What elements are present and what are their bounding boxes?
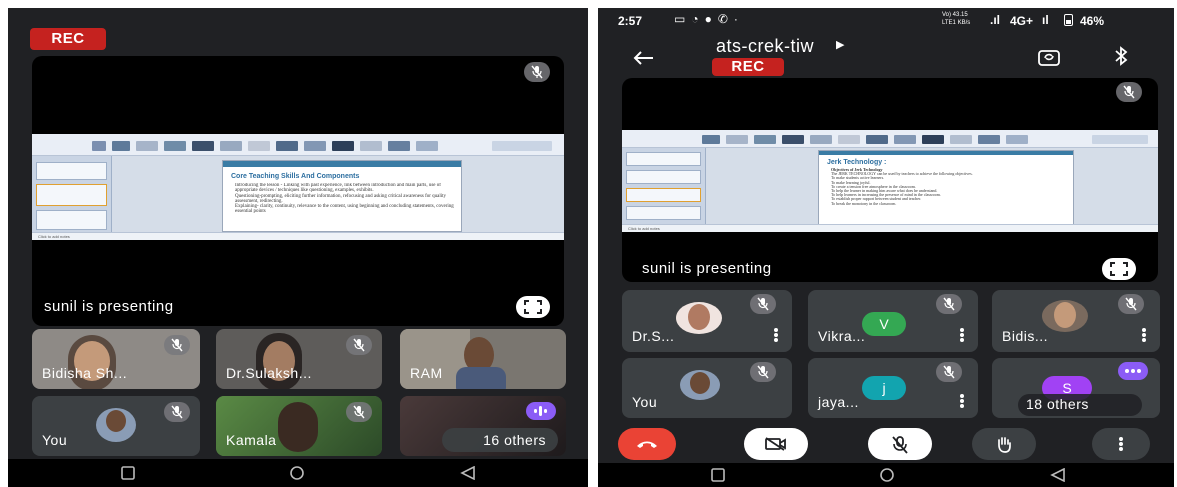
others-count: 18 others: [1026, 396, 1089, 412]
more-vert-icon[interactable]: [1142, 328, 1146, 342]
notification-icons: ▭◔●✆·: [674, 12, 744, 26]
camera-toggle-button[interactable]: [744, 428, 808, 460]
left-meet-screen: REC Core Teaching Skills And Components …: [8, 8, 588, 487]
participant-name: Bidisha Sh...: [42, 365, 128, 381]
back-arrow-icon[interactable]: [632, 50, 654, 66]
network-type: 4G+: [1010, 14, 1034, 28]
participant-name: Dr.Sulaksh...: [226, 365, 312, 381]
participant-name: jaya...: [818, 394, 859, 410]
back-icon[interactable]: [1050, 468, 1066, 482]
home-icon[interactable]: [288, 466, 306, 480]
participant-tile[interactable]: Dr.S...: [622, 290, 792, 352]
recording-badge: REC: [30, 28, 106, 50]
participant-name: Vikra...: [818, 328, 866, 344]
fullscreen-icon: [524, 300, 542, 314]
participant-name: Dr.S...: [632, 328, 675, 344]
presentation-stage[interactable]: Core Teaching Skills And Components Intr…: [32, 56, 564, 326]
mic-off-icon: [346, 402, 372, 422]
slide-bullet: Explaining- clarity, continuity, relevan…: [235, 204, 454, 215]
presenting-label: sunil is presenting: [642, 260, 772, 277]
participant-name: Bidis...: [1002, 328, 1049, 344]
more-vert-icon[interactable]: [774, 328, 778, 342]
shared-slide-screen: Jerk Technology : Objectives of Jerk Tec…: [622, 130, 1158, 232]
shared-slide-screen: Core Teaching Skills And Components Intr…: [32, 134, 564, 240]
mic-off-icon: [524, 62, 550, 82]
mic-toggle-button[interactable]: [868, 428, 932, 460]
others-tile[interactable]: 16 others: [400, 396, 566, 456]
right-meet-screen: 2:57 ▭◔●✆· Vo) 43.15 LTE1 KB/s .ıl 4G+ ı…: [598, 8, 1174, 487]
home-icon[interactable]: [878, 468, 896, 482]
android-nav-bar: [8, 459, 588, 487]
participant-tile[interactable]: V Vikra...: [808, 290, 978, 352]
recents-icon[interactable]: [120, 466, 136, 480]
more-vert-icon: [1119, 437, 1123, 451]
status-time: 2:57: [618, 14, 643, 28]
battery-icon: [1064, 14, 1073, 26]
camera-off-icon: [765, 437, 786, 451]
participant-name: You: [632, 394, 658, 410]
participant-avatar: j: [862, 376, 906, 400]
slide-notes: Click to add notes: [32, 232, 564, 240]
end-call-button[interactable]: [618, 428, 676, 460]
participant-tile-self[interactable]: You: [622, 358, 792, 418]
speaking-indicator-icon: [526, 402, 556, 420]
raise-hand-icon: [998, 437, 1011, 453]
slide-notes: Click to add notes: [622, 224, 1158, 232]
slide-page: Jerk Technology : Objectives of Jerk Tec…: [818, 150, 1074, 226]
participant-tile[interactable]: j jaya...: [808, 358, 978, 418]
caret-right-icon[interactable]: ▶: [836, 38, 844, 51]
participant-tile[interactable]: RAM: [400, 329, 566, 389]
mic-off-icon: [750, 294, 776, 314]
status-bar: 2:57 ▭◔●✆· Vo) 43.15 LTE1 KB/s .ıl 4G+ ı…: [598, 8, 1174, 34]
signal-icon: .ıl: [990, 13, 1001, 27]
slide-bullet: Questioning-prompting, eliciting further…: [235, 193, 447, 204]
bluetooth-audio-icon[interactable]: [1114, 46, 1128, 66]
android-nav-bar: [598, 463, 1174, 487]
recording-badge: REC: [712, 58, 784, 76]
participant-tile[interactable]: Dr.Sulaksh...: [216, 329, 382, 389]
network-speed: Vo) 43.15 LTE1 KB/s: [942, 12, 971, 26]
more-vert-icon[interactable]: [960, 328, 964, 342]
mic-off-icon: [936, 294, 962, 314]
meeting-code[interactable]: ats-crek-tiw: [716, 36, 814, 57]
slide-title: Core Teaching Skills And Components: [231, 173, 360, 180]
more-options-button[interactable]: [1092, 428, 1150, 460]
mic-off-icon: [892, 436, 908, 454]
mic-off-icon: [1116, 82, 1142, 102]
participant-name: Kamala: [226, 432, 277, 448]
more-vert-icon[interactable]: [960, 394, 964, 408]
mic-off-icon: [750, 362, 776, 382]
mic-off-icon: [346, 335, 372, 355]
fullscreen-icon: [1110, 262, 1128, 276]
participant-tile[interactable]: Bidis...: [992, 290, 1160, 352]
raise-hand-button[interactable]: [972, 428, 1036, 460]
participant-name: RAM: [410, 365, 443, 381]
participant-tile[interactable]: Bidisha Sh...: [32, 329, 200, 389]
back-icon[interactable]: [460, 466, 476, 480]
presentation-stage[interactable]: Jerk Technology : Objectives of Jerk Tec…: [622, 78, 1158, 282]
others-count: 16 others: [483, 432, 546, 448]
mic-off-icon: [936, 362, 962, 382]
recents-icon[interactable]: [710, 468, 726, 482]
participant-avatar: V: [862, 312, 906, 336]
signal-icon: ıl: [1042, 13, 1049, 27]
mic-off-icon: [164, 402, 190, 422]
slide-bullet: Introducing the lesson - Linking with pa…: [235, 183, 441, 194]
mic-off-icon: [1118, 294, 1144, 314]
presenting-label: sunil is presenting: [44, 298, 174, 315]
slide-bullet: To break the monotony in the classroom.: [831, 200, 897, 206]
fullscreen-button[interactable]: [516, 296, 550, 318]
participant-name: You: [42, 432, 68, 448]
mic-off-icon: [164, 335, 190, 355]
slide-page: Core Teaching Skills And Components Intr…: [222, 160, 462, 232]
switch-camera-icon[interactable]: [1038, 48, 1060, 66]
speaking-indicator-icon: [1118, 362, 1148, 380]
fullscreen-button[interactable]: [1102, 258, 1136, 280]
participant-tile-self[interactable]: You: [32, 396, 200, 456]
others-tile[interactable]: S 18 others: [992, 358, 1160, 418]
participant-tile[interactable]: Kamala: [216, 396, 382, 456]
hang-up-icon: [637, 441, 657, 448]
slide-title: Jerk Technology :: [827, 159, 887, 166]
battery-percent: 46%: [1080, 14, 1105, 28]
